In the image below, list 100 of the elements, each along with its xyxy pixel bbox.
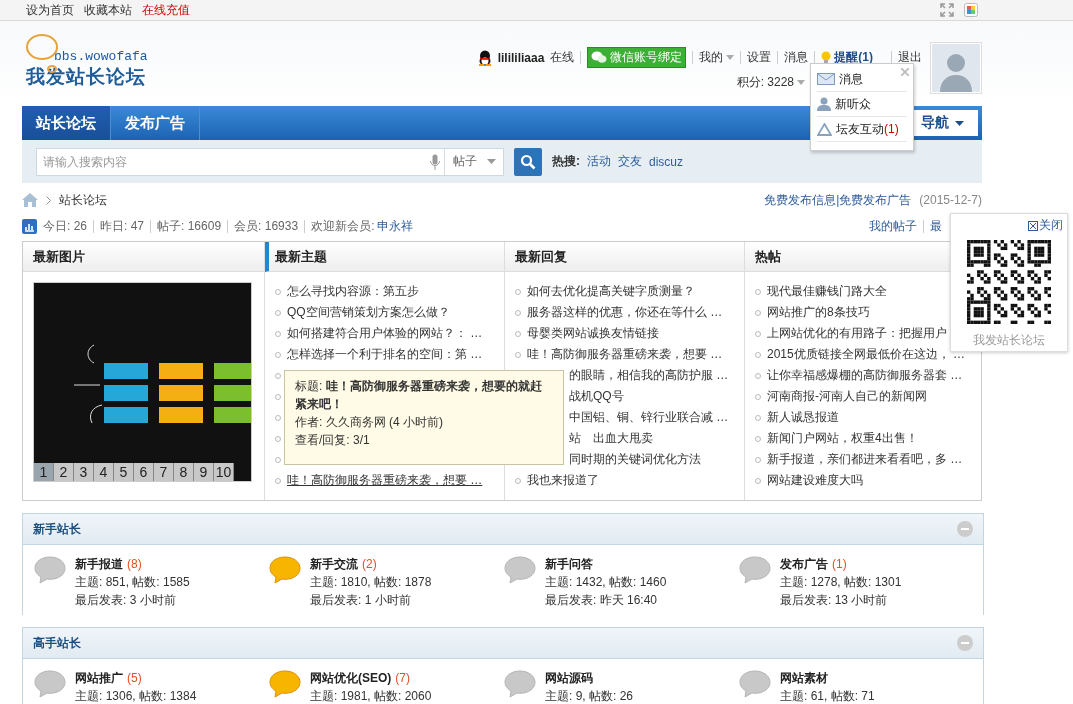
hot-post-link[interactable]: 河南商报-河南人自己的新闻网: [767, 388, 927, 405]
search-button[interactable]: [514, 147, 542, 176]
speech-bubble-icon: [268, 555, 302, 585]
forum-name[interactable]: 新手报道 (8): [75, 555, 190, 573]
forum-name[interactable]: 网站推广 (5): [75, 669, 197, 687]
my-posts-link[interactable]: 我的帖子: [869, 217, 917, 235]
reply-link[interactable]: 的眼睛，相信我的高防护服 …: [569, 367, 729, 384]
forum-last-post: 最后发表: 13 小时前: [780, 592, 889, 609]
close-link[interactable]: 关闭: [1028, 217, 1063, 234]
reply-link[interactable]: 我也来报道了: [527, 472, 599, 489]
speech-bubble-icon: [33, 669, 67, 699]
palette-icon[interactable]: [964, 3, 978, 17]
close-icon[interactable]: [901, 68, 909, 76]
hot-post-link[interactable]: 现代最佳赚钱门路大全: [767, 283, 887, 300]
topic-link[interactable]: 哇！高防御服务器重磅来袭，想要 …: [287, 472, 483, 489]
chevron-icon: [46, 195, 51, 205]
fullscreen-icon[interactable]: [940, 3, 954, 17]
collapse-icon[interactable]: [957, 635, 973, 651]
top-link[interactable]: 在线充值: [142, 1, 190, 19]
username[interactable]: lilililiaaa: [497, 50, 545, 65]
speech-bubble-icon: [738, 669, 772, 699]
hot-search-link[interactable]: 交友: [618, 153, 642, 170]
search-field[interactable]: 请输入搜索内容 帖子: [36, 147, 504, 176]
slide-page-button[interactable]: 2: [54, 463, 74, 481]
header-link[interactable]: 消息: [784, 49, 809, 66]
hot-post-link[interactable]: 新闻门户网站，权重4出售！: [767, 430, 918, 447]
hot-post-link[interactable]: 网站推广的8条技巧: [767, 304, 870, 321]
home-icon[interactable]: [22, 193, 38, 207]
topic-link[interactable]: 怎样选择一个利于排名的空间：第 …: [287, 346, 483, 363]
reply-link[interactable]: 服务器这样的优惠，你还在等什么 …: [527, 304, 723, 321]
forum-stats: 主题: 851, 帖数: 1585: [75, 574, 190, 591]
slide-page-button[interactable]: 8: [174, 463, 194, 481]
hot-post-link[interactable]: 新手报道，亲们都进来看看吧，多 …: [767, 451, 963, 468]
forum-name[interactable]: 发布广告 (1): [780, 555, 902, 573]
breadcrumb-link[interactable]: 站长论坛: [59, 191, 107, 209]
reply-link[interactable]: 中国铝、铜、锌行业联合减 …: [569, 409, 729, 426]
slide-page-button[interactable]: 7: [154, 463, 174, 481]
forum-name[interactable]: 网站优化(SEO) (7): [310, 669, 432, 687]
slide-page-button[interactable]: 9: [194, 463, 214, 481]
forum-name[interactable]: 新手问答: [545, 555, 667, 573]
reply-link[interactable]: 同时期的关键词优化方法: [569, 451, 701, 468]
speech-bubble-icon: [738, 555, 772, 585]
search-type-select[interactable]: 帖子: [444, 148, 503, 175]
top-link[interactable]: 设为首页: [26, 1, 74, 19]
reply-link[interactable]: 如何去优化提高关键字质测量？: [527, 283, 695, 300]
nav-tab[interactable]: 站长论坛: [22, 106, 111, 140]
online-status: 在线: [550, 49, 575, 66]
notification-item[interactable]: 消息: [817, 67, 907, 92]
hot-post-link[interactable]: 网站建设难度大吗: [767, 472, 863, 489]
stat-text: 今日: 26: [43, 217, 87, 235]
slide-page-button[interactable]: 1: [34, 463, 54, 481]
forum-name[interactable]: 新手交流 (2): [310, 555, 432, 573]
microphone-icon[interactable]: [430, 153, 440, 170]
column-header[interactable]: 最新主题: [265, 242, 504, 272]
envelope-icon: [817, 73, 835, 85]
collapse-icon[interactable]: [957, 521, 973, 537]
hot-search-link[interactable]: 活动: [587, 153, 611, 170]
forum-name[interactable]: 网站源码: [545, 669, 634, 687]
qr-code-icon: [967, 240, 1051, 324]
forum-stats: 主题: 9, 帖数: 26: [545, 688, 634, 704]
reply-link[interactable]: 母婴类网站诚换友情链接: [527, 325, 659, 342]
my-menu-link[interactable]: 我的: [699, 49, 735, 66]
welcome-label: 欢迎新会员:: [311, 217, 375, 235]
hot-post-link[interactable]: 2015优质链接全网最低价在这边， …: [767, 346, 966, 363]
header-link[interactable]: 设置: [747, 49, 772, 66]
slide-page-button[interactable]: 6: [134, 463, 154, 481]
promo-link[interactable]: 免费发布信息|免费发布广告: [764, 191, 912, 209]
forum-stats: 主题: 1278, 帖数: 1301: [780, 574, 902, 591]
notification-item[interactable]: 坛友互动(1): [817, 117, 907, 142]
topic-link[interactable]: 怎么寻找内容源：第五步: [287, 283, 419, 300]
forum-last-post: 最后发表: 1 小时前: [310, 592, 412, 609]
tooltip-title: 标题: 哇！高防御服务器重磅来袭，想要的就赶紧来吧！: [295, 378, 543, 413]
forum-name[interactable]: 网站素材: [780, 669, 875, 687]
bulb-icon: [821, 50, 832, 65]
logout-link[interactable]: 退出: [898, 49, 922, 66]
forum-last-post: 最后发表: 昨天 16:40: [545, 592, 659, 609]
hot-post-link[interactable]: 上网站优化的有用路子：把握用户: [767, 325, 947, 342]
slide-page-button[interactable]: 4: [94, 463, 114, 481]
reply-link[interactable]: 哇！高防御服务器重磅来袭，想要 …: [527, 346, 723, 363]
latest-link[interactable]: 最: [930, 217, 942, 235]
forum-last-post: 最后发表: 3 小时前: [75, 592, 177, 609]
hot-post-link[interactable]: 让你幸福感爆棚的高防御服务器套 …: [767, 367, 963, 384]
slide-page-button[interactable]: 3: [74, 463, 94, 481]
new-member-link[interactable]: 申永祥: [377, 217, 414, 235]
reply-link[interactable]: 站 出血大甩卖: [569, 430, 653, 447]
forum-stats: 主题: 1810, 帖数: 1878: [310, 574, 432, 591]
hot-search-link[interactable]: discuz: [649, 154, 683, 169]
section-title[interactable]: 新手站长: [33, 520, 81, 538]
notification-item[interactable]: 新听众: [817, 92, 907, 117]
hot-post-link[interactable]: 新人诚恳报道: [767, 409, 839, 426]
slide-page-button[interactable]: 10: [214, 463, 234, 481]
topic-link[interactable]: QQ空间营销策划方案怎么做？: [287, 304, 450, 321]
avatar[interactable]: [930, 42, 982, 94]
top-link[interactable]: 收藏本站: [84, 1, 132, 19]
slide-page-button[interactable]: 5: [114, 463, 134, 481]
section-title[interactable]: 高手站长: [33, 634, 81, 652]
reply-link[interactable]: 战机QQ号: [569, 388, 624, 405]
topic-link[interactable]: 如何搭建符合用户体验的网站？： …: [287, 325, 483, 342]
speech-bubble-icon: [503, 669, 537, 699]
points-link[interactable]: 积分: 3228: [736, 74, 805, 91]
